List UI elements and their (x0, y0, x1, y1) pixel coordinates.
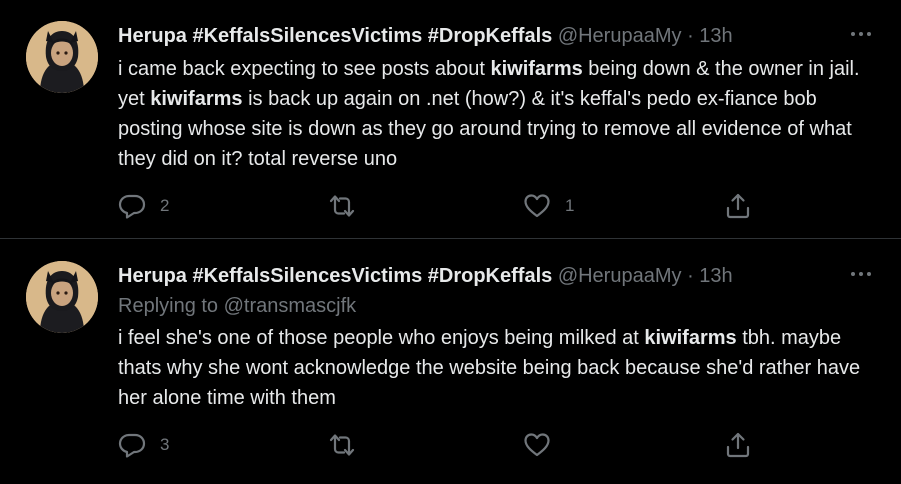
tweet-text-part: i feel she's one of those people who enj… (118, 327, 645, 349)
handle[interactable]: @HerupaaMy (558, 25, 682, 47)
share-icon (726, 193, 750, 219)
tweet-text: i feel she's one of those people who enj… (118, 323, 878, 413)
heart-icon (524, 194, 550, 218)
handle[interactable]: @HerupaaMy (558, 265, 682, 287)
like-button[interactable] (523, 430, 565, 460)
reply-button[interactable]: 3 (118, 430, 169, 460)
reply-icon (118, 194, 146, 219)
reply-icon (118, 433, 146, 458)
retweet-button[interactable] (328, 191, 370, 221)
avatar[interactable] (26, 261, 98, 333)
display-name[interactable]: Herupa #KeffalsSilencesVictims #DropKeff… (118, 25, 552, 47)
keyword-highlight: kiwifarms (644, 327, 737, 349)
reply-button[interactable]: 2 (118, 191, 169, 221)
reply-count: 2 (160, 196, 170, 215)
replying-mention[interactable]: @transmascjfk (224, 295, 357, 317)
separator-dot: · (687, 25, 694, 47)
display-name[interactable]: Herupa #KeffalsSilencesVictims #DropKeff… (118, 265, 552, 287)
retweet-button[interactable] (328, 430, 370, 460)
retweet-icon (329, 195, 355, 217)
timestamp[interactable]: 13h (699, 265, 732, 287)
avatar[interactable] (26, 21, 98, 93)
tweet-actions: 3 (118, 430, 768, 460)
more-icon[interactable] (847, 262, 875, 286)
tweet[interactable]: Herupa #KeffalsSilencesVictims #DropKeff… (0, 240, 901, 484)
heart-icon (524, 433, 550, 457)
share-button[interactable] (724, 191, 752, 221)
tweet-header: Herupa #KeffalsSilencesVictims #DropKeff… (118, 262, 733, 290)
timestamp[interactable]: 13h (699, 25, 732, 47)
share-icon (726, 432, 750, 458)
keyword-highlight: kiwifarms (490, 58, 583, 80)
tweet-text-part: i came back expecting to see posts about (118, 58, 491, 80)
replying-prefix: Replying to (118, 295, 224, 317)
keyword-highlight: kiwifarms (150, 88, 243, 110)
separator-dot: · (687, 265, 694, 287)
replying-to: Replying to @transmascjfk (118, 292, 356, 320)
retweet-icon (329, 434, 355, 456)
share-button[interactable] (724, 430, 752, 460)
avatar-image (26, 21, 98, 93)
like-button[interactable]: 1 (523, 191, 574, 221)
tweet-header: Herupa #KeffalsSilencesVictims #DropKeff… (118, 22, 733, 50)
reply-count: 3 (160, 435, 170, 454)
like-count: 1 (565, 196, 575, 215)
tweet-text: i came back expecting to see posts about… (118, 54, 878, 174)
more-icon[interactable] (847, 22, 875, 46)
avatar-image (26, 261, 98, 333)
tweet[interactable]: Herupa #KeffalsSilencesVictims #DropKeff… (0, 0, 901, 239)
tweet-actions: 2 1 (118, 191, 768, 221)
